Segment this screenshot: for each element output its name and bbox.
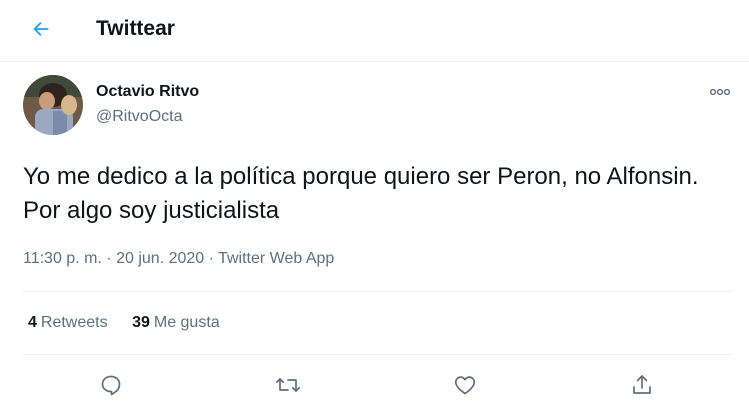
like-button[interactable] bbox=[450, 370, 480, 400]
retweet-icon bbox=[275, 378, 301, 392]
reply-button[interactable] bbox=[96, 370, 126, 400]
more-options-button[interactable] bbox=[707, 84, 733, 100]
retweets-stat[interactable]: 4 Retweets bbox=[28, 314, 112, 331]
back-button[interactable] bbox=[24, 12, 58, 46]
reply-icon bbox=[101, 375, 121, 396]
tweet-text: Yo me dedico a la política porque quiero… bbox=[23, 163, 699, 224]
share-icon bbox=[633, 375, 651, 394]
likes-stat[interactable]: 39 Me gusta bbox=[132, 314, 220, 331]
avatar[interactable] bbox=[23, 75, 83, 135]
tweet-stats: 4 Retweets 39 Me gusta bbox=[28, 314, 240, 332]
likes-count: 39 bbox=[132, 314, 150, 331]
retweets-label: Retweets bbox=[40, 314, 108, 331]
page-title: Twittear bbox=[96, 17, 175, 40]
author-name[interactable]: Octavio Ritvo bbox=[96, 83, 199, 101]
retweets-count: 4 bbox=[28, 314, 37, 331]
header: Twittear bbox=[0, 0, 749, 62]
more-dots-icon bbox=[709, 88, 731, 96]
arrow-left-icon bbox=[33, 21, 49, 37]
retweet-button[interactable] bbox=[273, 370, 303, 400]
tweet-timestamp[interactable]: 11:30 p. m. · 20 jun. 2020 · Twitter Web… bbox=[23, 250, 334, 268]
author-handle[interactable]: @RitvoOcta bbox=[96, 108, 182, 126]
divider bbox=[23, 291, 733, 292]
share-button[interactable] bbox=[627, 370, 657, 400]
likes-label: Me gusta bbox=[153, 314, 220, 331]
divider bbox=[23, 354, 733, 355]
like-icon bbox=[454, 376, 476, 395]
